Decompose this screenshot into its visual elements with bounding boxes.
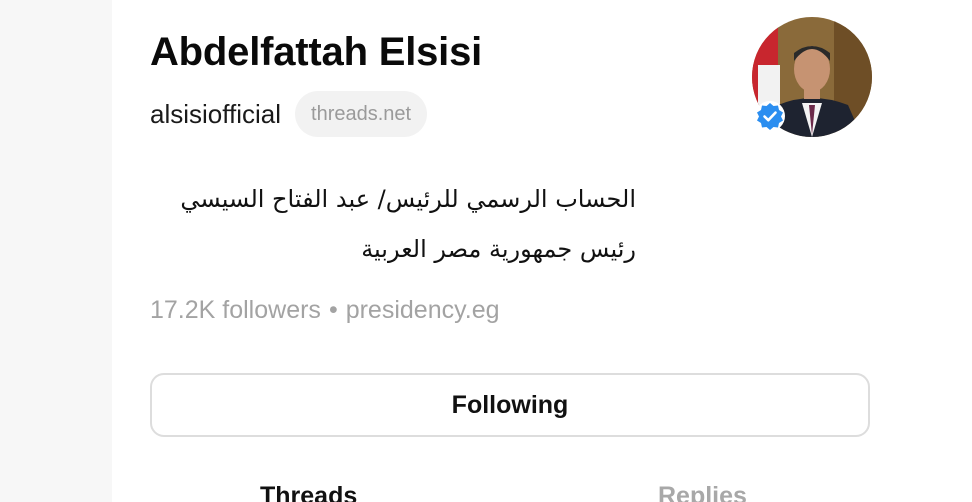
profile-header: Abdelfattah Elsisi alsisiofficial thread…	[112, 0, 972, 502]
profile-link[interactable]: presidency.eg	[346, 296, 500, 325]
bio-line-1: الحساب الرسمي للرئيس/ عبد الفتاح السيسي	[180, 185, 636, 213]
tab-replies[interactable]: Replies	[658, 482, 747, 502]
tab-threads[interactable]: Threads	[260, 482, 357, 502]
profile-name: Abdelfattah Elsisi	[150, 30, 483, 74]
profile-handle: alsisiofficial	[150, 98, 282, 129]
verified-check-icon	[754, 100, 786, 132]
following-button[interactable]: Following	[150, 373, 870, 437]
profile-page: Abdelfattah Elsisi alsisiofficial thread…	[0, 0, 972, 502]
threads-domain-badge[interactable]: threads.net	[295, 91, 428, 137]
meta-separator: •	[328, 296, 338, 324]
bio-line-2: رئيس جمهورية مصر العربية	[361, 235, 636, 263]
profile-meta: 17.2K followers • presidency.eg	[150, 296, 500, 325]
handle-row: alsisiofficial threads.net	[150, 90, 428, 138]
followers-count[interactable]: 17.2K followers	[150, 296, 321, 325]
profile-bio: الحساب الرسمي للرئيس/ عبد الفتاح السيسي …	[150, 174, 636, 274]
left-gutter	[0, 0, 112, 502]
